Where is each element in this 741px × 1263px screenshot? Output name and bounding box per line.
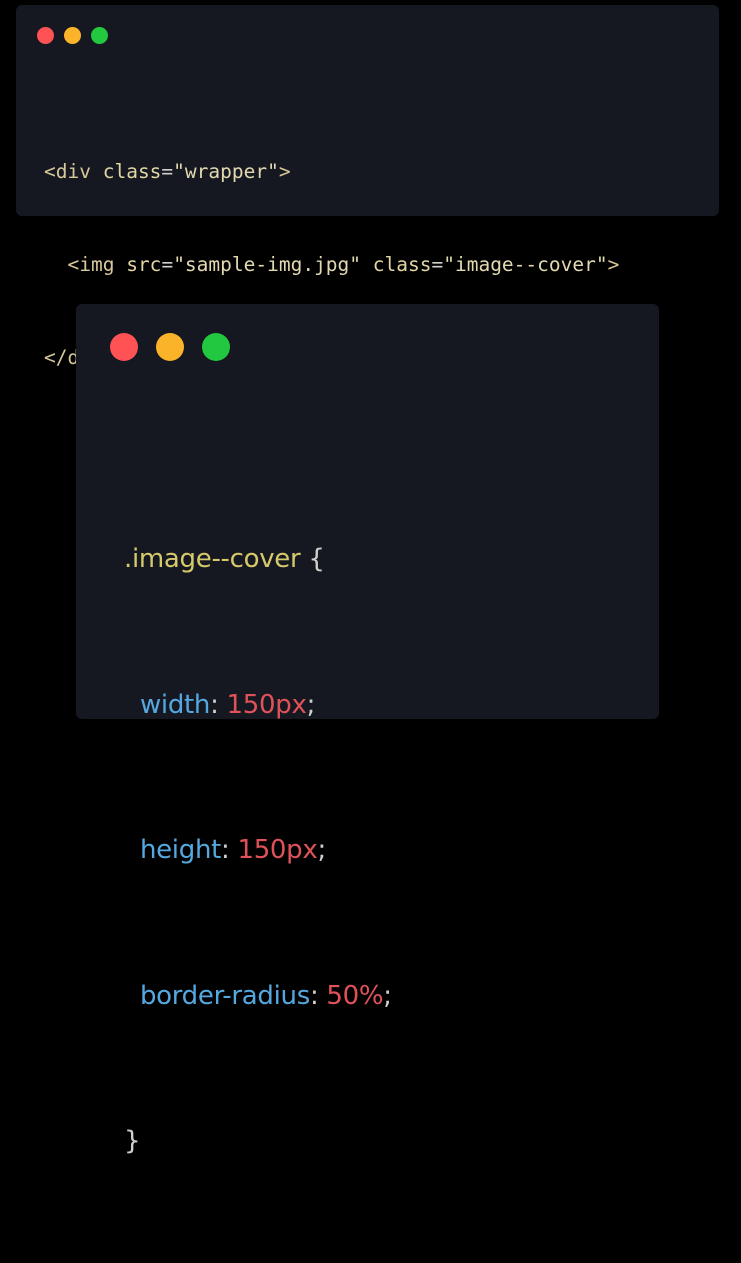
html-code-window: <div class="wrapper"> <img src="sample-i…	[16, 5, 719, 369]
equals: =	[161, 253, 174, 276]
code-line: }	[124, 1117, 392, 1166]
attr-value: "image--cover"	[443, 253, 608, 276]
minimize-dot-icon[interactable]	[156, 333, 184, 361]
minimize-dot-icon[interactable]	[64, 27, 81, 44]
equals: =	[161, 160, 174, 183]
code-line: height: 150px;	[124, 826, 392, 875]
css-value: 150px	[237, 835, 318, 865]
semicolon: ;	[383, 980, 392, 1011]
code-line: width: 150px;	[124, 681, 392, 730]
close-brace: }	[124, 1126, 141, 1156]
code-line: <div class="wrapper">	[44, 156, 619, 187]
close-dot-icon[interactable]	[37, 27, 54, 44]
tag-close: >	[278, 160, 291, 183]
css-property: width	[139, 689, 211, 720]
maximize-dot-icon[interactable]	[202, 333, 230, 361]
equals: =	[431, 253, 444, 276]
attr-value: "wrapper"	[173, 160, 279, 183]
tag-open: <img	[67, 253, 115, 276]
css-property: border-radius	[139, 980, 310, 1011]
window-controls	[37, 27, 108, 44]
attr-name: class	[102, 160, 162, 183]
tag-close: >	[607, 253, 620, 276]
css-code-block: .image--cover { width: 150px; height: 15…	[124, 438, 392, 1263]
code-line: .image--cover {	[124, 535, 392, 584]
semicolon: ;	[317, 835, 326, 865]
attr-name: class	[372, 253, 432, 276]
css-selector: .image--cover	[124, 544, 301, 574]
semicolon: ;	[306, 689, 316, 720]
code-line: <img src="sample-img.jpg" class="image--…	[44, 249, 619, 280]
open-brace: {	[300, 544, 325, 574]
css-property: height	[139, 835, 222, 865]
maximize-dot-icon[interactable]	[91, 27, 108, 44]
code-line: border-radius: 50%;	[124, 972, 392, 1021]
colon: :	[309, 980, 327, 1011]
css-code-window: .image--cover { width: 150px; height: 15…	[76, 304, 659, 1156]
attr-name: src	[126, 253, 162, 276]
css-value: 150px	[226, 689, 307, 720]
colon: :	[221, 835, 238, 865]
close-dot-icon[interactable]	[110, 333, 138, 361]
attr-value: "sample-img.jpg"	[173, 253, 362, 276]
colon: :	[210, 689, 227, 720]
css-value: 50%	[326, 980, 384, 1011]
tag-open: <div	[44, 160, 91, 183]
window-controls	[110, 333, 230, 361]
